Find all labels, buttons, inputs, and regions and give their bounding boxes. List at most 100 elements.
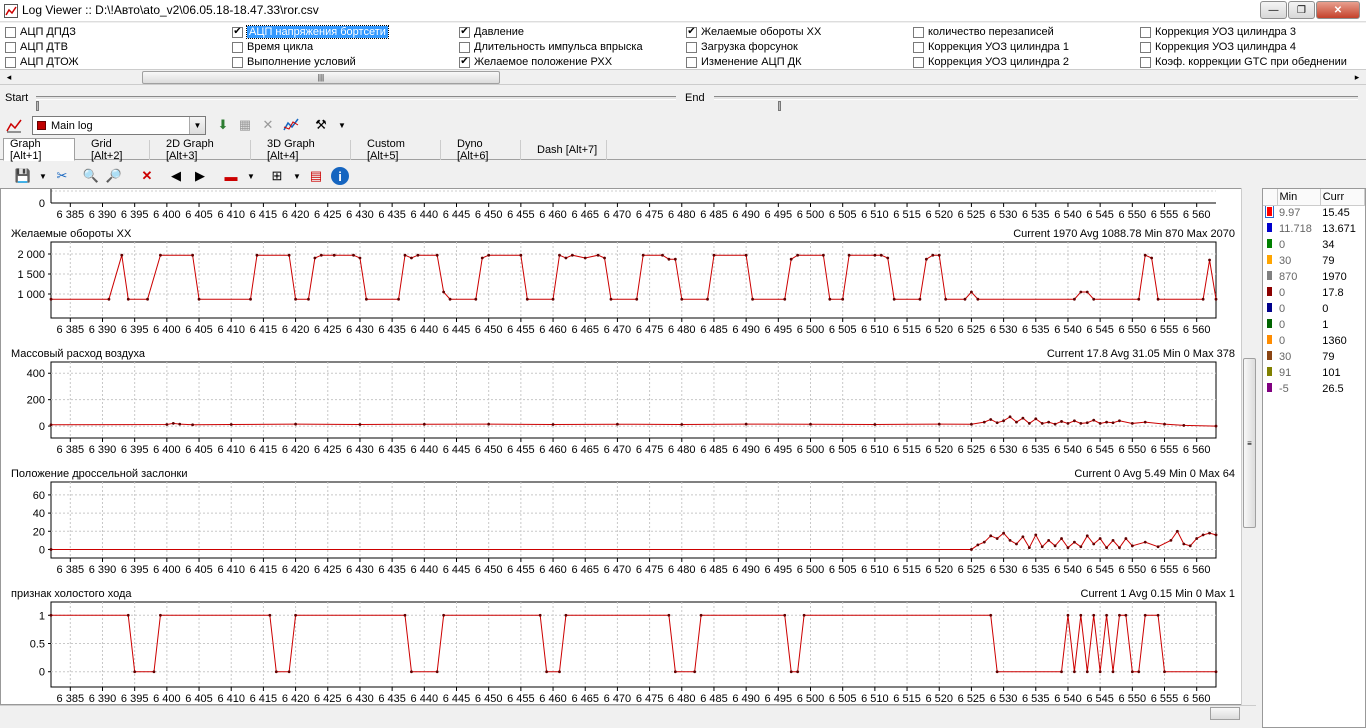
values-row[interactable]: -5 26.5	[1263, 381, 1365, 397]
compare-chart-icon[interactable]	[282, 116, 300, 134]
parameter-checkbox[interactable]: ✔ Желаемое положение РХХ	[459, 55, 612, 69]
tab-3[interactable]: 2D Graph [Alt+3]	[160, 138, 251, 162]
graph-panel[interactable]: 0 6 385 6 390 6 395 6 400 6 405 6 410 6 415 6 42…	[0, 188, 1256, 705]
parameter-checkbox[interactable]: количество перезаписей	[913, 25, 1054, 39]
values-row[interactable]: 870 1970	[1263, 269, 1365, 285]
checkmark-icon[interactable]: ✔	[459, 26, 470, 38]
parameter-checkbox[interactable]: АЦП ДТОЖ	[5, 55, 79, 69]
values-row[interactable]: 01	[1263, 317, 1365, 333]
checkbox-icon[interactable]	[5, 56, 16, 68]
zoom-in-icon[interactable]: 🔍	[82, 167, 100, 185]
checkmark-icon[interactable]: ✔	[686, 26, 697, 38]
end-slider-handle[interactable]	[778, 101, 781, 111]
cut-icon[interactable]: ✂	[53, 167, 71, 185]
parameter-checkbox[interactable]: Выполнение условий	[232, 55, 356, 69]
checkbox-icon[interactable]	[232, 56, 243, 68]
previous-icon[interactable]: ◀	[167, 167, 185, 185]
save-icon[interactable]: 💾	[14, 167, 32, 185]
chart-icon[interactable]	[5, 116, 23, 134]
clear-icon[interactable]: ✕	[138, 167, 156, 185]
save-dropdown-icon[interactable]: ▼	[34, 167, 52, 185]
values-row[interactable]: 0 1360	[1263, 333, 1365, 349]
edit-log-icon[interactable]: ▦	[236, 116, 254, 134]
checkbox-icon[interactable]	[686, 56, 697, 68]
values-row[interactable]: 00	[1263, 301, 1365, 317]
tab-1[interactable]: Graph [Alt+1]	[3, 138, 75, 162]
checkbox-icon[interactable]	[1140, 41, 1151, 53]
values-row[interactable]: 11.718 13.671	[1263, 221, 1365, 237]
scroll-thumb[interactable]: |||	[142, 71, 500, 84]
tab-6[interactable]: Dyno [Alt+6]	[451, 138, 521, 162]
tools-icon[interactable]: ⚒	[312, 116, 330, 134]
checkbox-icon[interactable]	[913, 56, 924, 68]
parameter-checkbox[interactable]: ✔ Давление	[459, 25, 524, 39]
parameter-checkbox[interactable]: ✔ АЦП напряжения бортсети	[232, 25, 389, 39]
tab-5[interactable]: Custom [Alt+5]	[361, 138, 441, 162]
plot-frame[interactable]	[50, 241, 1217, 319]
marker-icon[interactable]: ▬	[222, 167, 240, 185]
parameter-scrollbar[interactable]: ◂ ||| ▸	[0, 70, 1366, 85]
tab-2[interactable]: Grid [Alt+2]	[85, 138, 150, 162]
data-point	[616, 422, 619, 426]
scroll-right-icon[interactable]: ▸	[1350, 71, 1364, 84]
parameter-checkbox[interactable]: Длительность импульса впрыска	[459, 40, 643, 54]
x-tick-label: 6 495	[765, 693, 793, 704]
vertical-scroll-thumb[interactable]: ≡	[1243, 358, 1256, 528]
parameter-checkbox[interactable]: АЦП ДПДЗ	[5, 25, 76, 39]
graph-vertical-scrollbar[interactable]: ≡	[1241, 188, 1256, 705]
checkbox-icon[interactable]	[913, 26, 924, 38]
values-row[interactable]: 0 17.8	[1263, 285, 1365, 301]
graph-horizontal-scrollbar[interactable]	[0, 705, 1256, 720]
checkbox-icon[interactable]	[686, 41, 697, 53]
start-slider[interactable]	[36, 96, 676, 111]
maximize-button[interactable]: ❐	[1288, 1, 1315, 19]
checkbox-icon[interactable]	[5, 41, 16, 53]
checkbox-icon[interactable]	[459, 41, 470, 53]
next-icon[interactable]: ▶	[191, 167, 209, 185]
delete-log-icon[interactable]: ✕	[259, 116, 277, 134]
values-row[interactable]: 91 101	[1263, 365, 1365, 381]
start-slider-handle[interactable]	[36, 101, 39, 111]
log-selector[interactable]: Main log ▼	[32, 116, 206, 135]
arrow-down-icon[interactable]: ⬇	[214, 116, 232, 134]
checkbox-icon[interactable]	[913, 41, 924, 53]
values-row[interactable]: 30 79	[1263, 253, 1365, 269]
close-button[interactable]: ✕	[1316, 1, 1360, 19]
minimize-button[interactable]: —	[1260, 1, 1287, 19]
checkmark-icon[interactable]: ✔	[232, 26, 243, 38]
end-slider[interactable]	[714, 96, 1358, 111]
checkbox-icon[interactable]	[5, 26, 16, 38]
tab-7[interactable]: Dash [Alt+7]	[531, 140, 607, 160]
values-row[interactable]: 30 79	[1263, 349, 1365, 365]
panel-icon[interactable]: ▤	[307, 167, 325, 185]
info-icon[interactable]: i	[331, 167, 349, 185]
parameter-checkbox[interactable]: Коррекция УОЗ цилиндра 1	[913, 40, 1069, 54]
parameter-checkbox[interactable]: Коррекция УОЗ цилиндра 3	[1140, 25, 1296, 39]
checkbox-icon[interactable]	[232, 41, 243, 53]
parameter-checkbox[interactable]: Коррекция УОЗ цилиндра 4	[1140, 40, 1296, 54]
chevron-down-icon[interactable]: ▼	[189, 117, 205, 134]
parameter-checkbox[interactable]: ✔ Желаемые обороты ХХ	[686, 25, 821, 39]
plot-frame[interactable]	[50, 601, 1217, 688]
checkmark-icon[interactable]: ✔	[459, 56, 470, 68]
tab-4[interactable]: 3D Graph [Alt+4]	[261, 138, 351, 162]
values-row[interactable]: 9.97 15.45	[1263, 205, 1365, 221]
graph-canvas[interactable]: 0 6 385 6 390 6 395 6 400 6 405 6 410 6 415 6 42…	[1, 189, 1241, 705]
horizontal-scroll-thumb[interactable]	[1210, 707, 1240, 720]
parameter-checkbox[interactable]: Коэф. коррекции GTC при обеднении	[1140, 55, 1347, 69]
grid-icon[interactable]: ⊞	[268, 167, 286, 185]
checkbox-icon[interactable]	[1140, 26, 1151, 38]
grid-dropdown-icon[interactable]: ▼	[288, 167, 306, 185]
checkbox-icon[interactable]	[1140, 56, 1151, 68]
values-row[interactable]: 0 34	[1263, 237, 1365, 253]
zoom-out-icon[interactable]: 🔎	[105, 167, 123, 185]
parameter-checkbox[interactable]: Время цикла	[232, 40, 313, 54]
parameter-checkbox[interactable]: Загрузка форсунок	[686, 40, 798, 54]
parameter-checkbox[interactable]: АЦП ДТВ	[5, 40, 68, 54]
parameter-checkbox[interactable]: Изменение АЦП ДК	[686, 55, 802, 69]
plot-frame[interactable]	[50, 361, 1217, 439]
scroll-left-icon[interactable]: ◂	[2, 71, 16, 84]
marker-dropdown-icon[interactable]: ▼	[242, 167, 260, 185]
tools-dropdown-icon[interactable]: ▼	[333, 116, 351, 134]
parameter-checkbox[interactable]: Коррекция УОЗ цилиндра 2	[913, 55, 1069, 69]
